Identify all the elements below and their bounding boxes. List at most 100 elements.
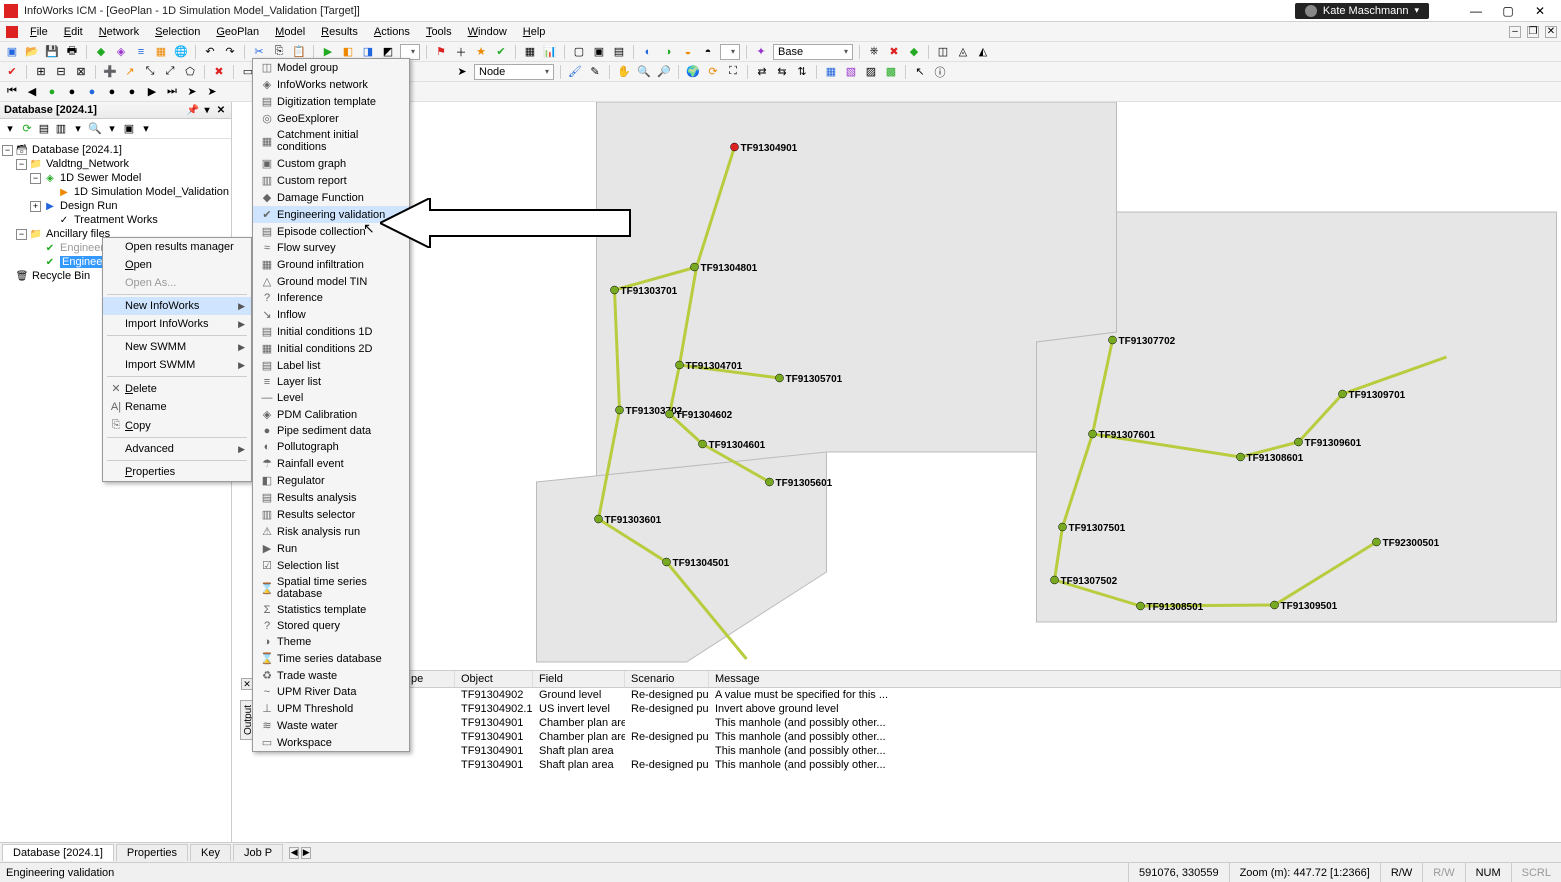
submenu-catchment-initial-conditions[interactable]: ▦Catchment initial conditions [253, 127, 409, 155]
menu-actions[interactable]: Actions [366, 24, 418, 40]
theme-a-icon[interactable]: ◐ [640, 44, 656, 60]
net-b-icon[interactable]: ⊟ [53, 64, 69, 80]
submenu-pollutograph[interactable]: ◐Pollutograph [253, 439, 409, 455]
submenu-workspace[interactable]: ▭Workspace [253, 734, 409, 751]
submenu-rainfall-event[interactable]: ☂Rainfall event [253, 455, 409, 472]
last-icon[interactable]: ▶ [144, 84, 160, 100]
end-icon[interactable]: ⏭ [164, 84, 180, 100]
step-icon[interactable]: ● [104, 84, 120, 100]
first-icon[interactable]: ⏮ [4, 84, 20, 100]
submenu-upm-river-data[interactable]: ~UPM River Data [253, 684, 409, 700]
submenu-digitization-template[interactable]: ▤Digitization template [253, 93, 409, 110]
ctx-open[interactable]: Open [103, 256, 251, 274]
result-d-icon[interactable]: ▩ [883, 64, 899, 80]
submenu-waste-water[interactable]: ≋Waste water [253, 717, 409, 734]
node[interactable] [1271, 601, 1279, 609]
pt-f-icon[interactable]: ▣ [122, 122, 136, 136]
misc-e-icon[interactable]: ◫ [935, 44, 951, 60]
submenu-initial-conditions-1d[interactable]: ▤Initial conditions 1D [253, 323, 409, 340]
ctx-new-infoworks[interactable]: New InfoWorks▶ [103, 297, 251, 315]
node[interactable] [1109, 336, 1117, 344]
menu-file[interactable]: File [22, 24, 56, 40]
bottom-tab[interactable]: Database [2024.1] [2, 844, 114, 861]
submenu-engineering-validation[interactable]: ✔Engineering validation [253, 206, 409, 223]
brush-icon[interactable]: 🖌 [567, 64, 583, 80]
pt-a-icon[interactable]: ▾ [3, 122, 17, 136]
submenu-time-series-database[interactable]: ⌛Time series database [253, 650, 409, 667]
submenu-layer-list[interactable]: ≡Layer list [253, 374, 409, 390]
globe-icon[interactable]: 🌐 [173, 44, 189, 60]
panel-dropdown-icon[interactable]: ▾ [201, 104, 213, 116]
tree-item[interactable]: −◈1D Sewer Model [2, 171, 229, 185]
grid-col-message[interactable]: Message [709, 671, 1561, 687]
pt-find-icon[interactable]: 🔍 [88, 122, 102, 136]
user-menu[interactable]: Kate Maschmann ▾ [1295, 3, 1429, 19]
menu-results[interactable]: Results [313, 24, 366, 40]
prev-icon[interactable]: ◀ [24, 84, 40, 100]
grid-col-object[interactable]: Object [455, 671, 533, 687]
submenu-results-analysis[interactable]: ▤Results analysis [253, 489, 409, 506]
grid-row[interactable]: TF91304902.1US invert levelRe-designed p… [455, 702, 1561, 716]
node[interactable] [776, 374, 784, 382]
tab-scroll-right-icon[interactable]: ▶ [301, 847, 311, 859]
ctx-open-results[interactable]: Open results manager [103, 238, 251, 256]
pt-d-icon[interactable]: ▾ [71, 122, 85, 136]
submenu-upm-threshold[interactable]: ⊥UPM Threshold [253, 700, 409, 717]
net-a-icon[interactable]: ⊞ [33, 64, 49, 80]
ctx-new-swmm[interactable]: New SWMM▶ [103, 338, 251, 356]
submenu-pdm-calibration[interactable]: ◈PDM Calibration [253, 406, 409, 423]
ctx-import-swmm[interactable]: Import SWMM▶ [103, 356, 251, 374]
tree-item[interactable]: +▶Design Run [2, 199, 229, 213]
loop-icon[interactable]: ➤ [184, 84, 200, 100]
node[interactable] [731, 143, 739, 151]
snap-a-icon[interactable]: ▢ [571, 44, 587, 60]
submenu-initial-conditions-2d[interactable]: ▦Initial conditions 2D [253, 340, 409, 357]
menu-network[interactable]: Network [91, 24, 147, 40]
grid-row[interactable]: TF91304901Shaft plan areaThis manhole (a… [455, 744, 1561, 758]
pt-b-icon[interactable]: ▤ [37, 122, 51, 136]
stop-icon[interactable]: ● [124, 84, 140, 100]
submenu-level[interactable]: —Level [253, 390, 409, 406]
submenu-custom-report[interactable]: ▥Custom report [253, 172, 409, 189]
ctx-import-infoworks[interactable]: Import InfoWorks▶ [103, 315, 251, 333]
pen-icon[interactable]: ✎ [587, 64, 603, 80]
misc-d-icon[interactable]: ◆ [906, 44, 922, 60]
print-icon[interactable]: 🖶 [64, 44, 80, 60]
join-icon[interactable]: ⤢ [162, 64, 178, 80]
node[interactable] [1051, 576, 1059, 584]
layers-icon[interactable]: ≡ [133, 44, 149, 60]
submenu-label-list[interactable]: ▤Label list [253, 357, 409, 374]
submenu-trade-waste[interactable]: ♻Trade waste [253, 667, 409, 684]
next-icon[interactable]: ● [84, 84, 100, 100]
node[interactable] [616, 406, 624, 414]
theme-dropdown[interactable]: ▾ [720, 44, 740, 60]
misc-g-icon[interactable]: ◭ [975, 44, 991, 60]
chart-icon[interactable]: 📊 [542, 44, 558, 60]
grid-col-scenario[interactable]: Scenario [625, 671, 709, 687]
result-c-icon[interactable]: ▨ [863, 64, 879, 80]
node[interactable] [1373, 538, 1381, 546]
plus-icon[interactable]: ＋ [453, 44, 469, 60]
misc-c-icon[interactable]: ✖ [886, 44, 902, 60]
app-menu-icon[interactable] [6, 26, 18, 38]
submenu-ground-infiltration[interactable]: ▦Ground infiltration [253, 256, 409, 273]
tree-item[interactable]: ▶1D Simulation Model_Validation [2, 185, 229, 199]
undo-icon[interactable]: ↶ [202, 44, 218, 60]
save-icon[interactable]: 💾 [44, 44, 60, 60]
node[interactable] [1339, 390, 1347, 398]
submenu-ground-model-tin[interactable]: △Ground model TIN [253, 273, 409, 290]
loop2-icon[interactable]: ➤ [204, 84, 220, 100]
bottom-tab[interactable]: Key [190, 844, 231, 861]
submenu-pipe-sediment-data[interactable]: ●Pipe sediment data [253, 423, 409, 439]
pt-g-icon[interactable]: ▾ [139, 122, 153, 136]
check-icon[interactable]: ✔ [493, 44, 509, 60]
tree-root[interactable]: −🗃Database [2024.1] [2, 143, 229, 157]
menu-tools[interactable]: Tools [418, 24, 460, 40]
submenu-episode-collection[interactable]: ▤Episode collection [253, 223, 409, 240]
pointer-icon[interactable]: ➤ [454, 64, 470, 80]
submenu-inflow[interactable]: ↘Inflow [253, 306, 409, 323]
node[interactable] [1059, 523, 1067, 531]
result-a-icon[interactable]: ▦ [823, 64, 839, 80]
grid-row[interactable]: TF91304901Chamber plan areaThis manhole … [455, 716, 1561, 730]
globe2-icon[interactable]: 🌍 [685, 64, 701, 80]
